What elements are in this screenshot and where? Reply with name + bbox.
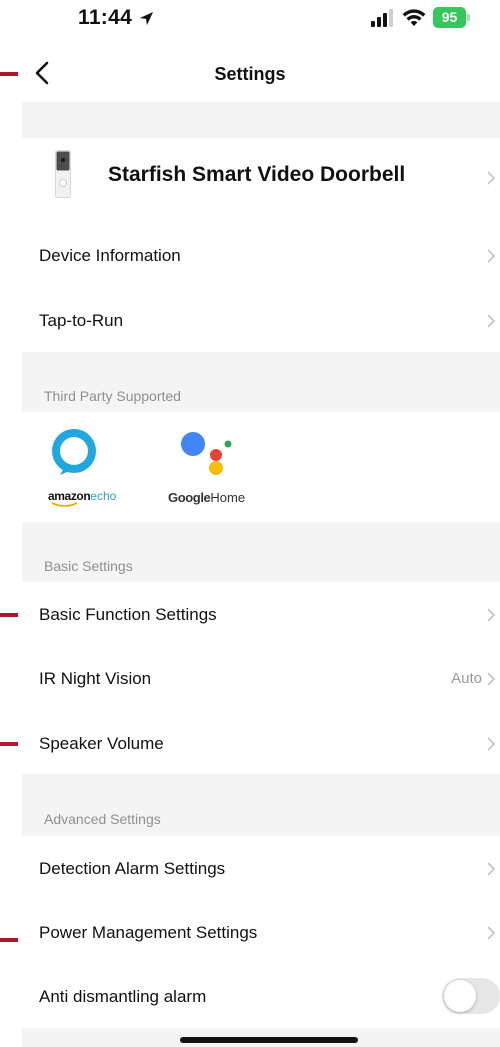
device-row[interactable]: Starfish Smart Video Doorbell: [22, 138, 500, 216]
location-arrow-icon: [139, 11, 154, 26]
home-indicator[interactable]: [180, 1037, 358, 1043]
chevron-right-icon: [487, 926, 496, 940]
anti-dismantling-alarm-row: Anti dismantling alarm: [22, 964, 500, 1028]
annotation-mark: [0, 72, 18, 76]
status-bar: 11:44 95: [0, 0, 500, 40]
row-label: IR Night Vision: [39, 669, 152, 688]
annotation-mark: [0, 613, 18, 617]
detection-alarm-settings-row[interactable]: Detection Alarm Settings: [22, 836, 500, 900]
amazon-brand: amazon: [48, 489, 91, 503]
section-gap: [22, 102, 500, 138]
section-header-third-party: Third Party Supported: [44, 388, 181, 404]
toggle-knob: [444, 980, 476, 1012]
ir-night-vision-row[interactable]: IR Night Vision Auto: [22, 646, 500, 710]
chevron-right-icon: [487, 862, 496, 876]
battery-tip: [467, 14, 470, 21]
row-label: Basic Function Settings: [39, 605, 217, 624]
echo-product: echo: [90, 489, 117, 503]
home-product: Home: [210, 490, 246, 505]
navigation-bar: Settings: [0, 40, 500, 102]
row-label: Detection Alarm Settings: [39, 859, 226, 878]
chevron-right-icon: [487, 249, 496, 263]
device-name: Starfish Smart Video Doorbell: [108, 163, 406, 186]
chevron-right-icon: [487, 171, 496, 185]
alexa-icon[interactable]: [50, 428, 98, 476]
annotation-mark: [0, 938, 18, 942]
page-title: Settings: [214, 64, 286, 84]
anti-dismantling-toggle[interactable]: [442, 978, 500, 1014]
settings-screen: 11:44 95 Settings Starfish Smart Video D…: [0, 0, 500, 1047]
battery-indicator: 95: [433, 7, 471, 28]
section-header-advanced: Advanced Settings: [44, 811, 161, 827]
google-assistant-icon[interactable]: [176, 430, 236, 478]
cellular-signal-icon: [371, 9, 393, 27]
google-brand: Google: [168, 490, 211, 505]
wifi-icon: [402, 9, 426, 26]
section-header-basic: Basic Settings: [44, 558, 133, 574]
chevron-right-icon: [487, 608, 496, 622]
row-label: Tap-to-Run: [39, 311, 124, 330]
amazon-echo-label: amazonecho: [48, 489, 116, 503]
tap-to-run-row[interactable]: Tap-to-Run: [22, 288, 500, 352]
google-home-label: GoogleHome: [168, 490, 245, 505]
ir-night-vision-value: Auto: [451, 670, 482, 687]
doorbell-device-icon: [55, 150, 71, 198]
row-label: Power Management Settings: [39, 923, 258, 942]
annotation-mark: [0, 742, 18, 746]
chevron-right-icon: [487, 314, 496, 328]
speaker-volume-row[interactable]: Speaker Volume: [22, 710, 500, 774]
row-label: Speaker Volume: [39, 734, 164, 753]
basic-function-settings-row[interactable]: Basic Function Settings: [22, 582, 500, 646]
power-management-settings-row[interactable]: Power Management Settings: [22, 900, 500, 964]
status-time: 11:44: [78, 6, 133, 29]
amazon-smile-icon: [51, 502, 78, 507]
row-label: Device Information: [39, 246, 181, 265]
chevron-right-icon: [487, 672, 496, 686]
row-label: Anti dismantling alarm: [39, 987, 207, 1006]
battery-level: 95: [433, 7, 466, 28]
device-information-row[interactable]: Device Information: [22, 216, 500, 288]
chevron-right-icon: [487, 737, 496, 751]
